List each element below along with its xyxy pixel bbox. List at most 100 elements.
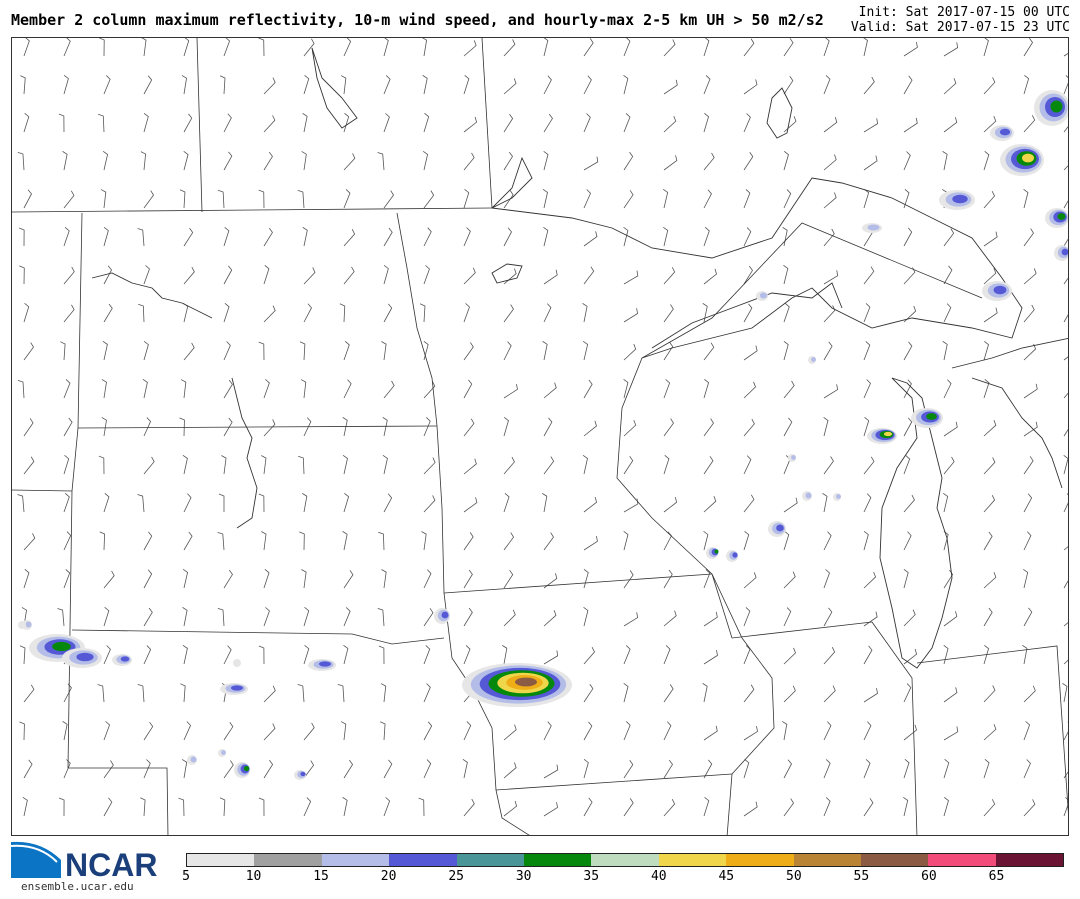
- wind-barb: [223, 303, 230, 323]
- wind-barb: [263, 379, 270, 399]
- wind-barb: [743, 303, 753, 323]
- wind-barb: [183, 303, 189, 323]
- storm-cell: [791, 455, 796, 460]
- wind-barb: [863, 266, 875, 285]
- wind-barb: [543, 456, 555, 475]
- wind-barb: [343, 341, 350, 361]
- storm-cell: [120, 656, 130, 662]
- wind-barb: [57, 608, 65, 627]
- wind-barb: [983, 531, 993, 551]
- wind-barb: [183, 150, 189, 171]
- wind-barb: [583, 231, 598, 247]
- wind-barb: [343, 379, 352, 399]
- wind-barb: [583, 568, 589, 589]
- wind-barb: [1063, 493, 1068, 513]
- storm-cell: [883, 431, 893, 437]
- wind-barb: [903, 724, 917, 741]
- wind-barb: [463, 189, 470, 209]
- wind-barb: [983, 38, 989, 57]
- wind-barb: [261, 455, 267, 475]
- wind-barb: [103, 75, 111, 95]
- wind-barb: [503, 151, 513, 171]
- wind-barb: [983, 685, 996, 703]
- wind-barb: [1022, 645, 1028, 665]
- wind-barb: [138, 303, 145, 323]
- wind-barb: [1063, 417, 1068, 437]
- wind-barb: [623, 682, 629, 703]
- wind-barb: [183, 721, 192, 741]
- colorbar-label: 45: [718, 869, 735, 884]
- wind-barb: [743, 151, 754, 171]
- storm-cell: [1050, 100, 1063, 113]
- wind-barb: [378, 645, 385, 665]
- wind-barb: [423, 227, 432, 247]
- wind-barb: [583, 646, 596, 665]
- wind-barb: [863, 417, 870, 437]
- wind-barb: [623, 308, 639, 323]
- wind-barb: [217, 532, 225, 551]
- wind-barb: [623, 612, 639, 627]
- colorbar-segment: [254, 854, 322, 866]
- wind-barb: [542, 189, 548, 209]
- wind-barb: [783, 38, 794, 57]
- wind-barb: [140, 797, 146, 817]
- wind-barb: [583, 721, 593, 741]
- wind-barb: [863, 456, 875, 475]
- wind-barb: [421, 531, 427, 551]
- wind-barb: [823, 797, 831, 817]
- wind-barb: [783, 417, 793, 437]
- wind-barb: [182, 645, 188, 665]
- wind-barb: [463, 152, 475, 171]
- wind-barb: [943, 78, 957, 95]
- wind-barb: [583, 113, 591, 133]
- colorbar-segment: [793, 854, 861, 866]
- wind-barb: [19, 721, 25, 741]
- wind-barb: [783, 76, 794, 95]
- wind-barb: [297, 684, 305, 703]
- wind-barb: [623, 721, 631, 741]
- wind-barb: [182, 607, 188, 627]
- storm-cell: [732, 552, 738, 558]
- colorbar-label: 20: [380, 869, 397, 884]
- wind-barb: [1063, 266, 1068, 285]
- colorbar-label: 60: [921, 869, 937, 884]
- wind-barb: [423, 113, 430, 133]
- wind-barb: [63, 304, 75, 323]
- wind-barb: [302, 227, 308, 247]
- wind-barb: [1023, 75, 1030, 95]
- wind-barb: [342, 531, 348, 551]
- wind-barb: [180, 683, 186, 703]
- wind-barb: [863, 531, 869, 551]
- wind-barb: [101, 417, 107, 437]
- wind-barb: [903, 759, 910, 779]
- wind-barb: [743, 79, 758, 95]
- wind-barb: [19, 265, 25, 285]
- wind-barb: [583, 266, 595, 285]
- wind-barb: [743, 345, 758, 361]
- wind-barb: [663, 115, 677, 133]
- wind-barb: [583, 75, 592, 95]
- wind-barb: [221, 455, 227, 475]
- wind-barb: [1063, 303, 1068, 323]
- wind-barb: [703, 611, 718, 627]
- wind-barb: [343, 153, 356, 171]
- wind-barb: [743, 38, 755, 57]
- wind-barb: [863, 688, 878, 703]
- wind-barb: [219, 75, 226, 95]
- wind-barb: [299, 341, 306, 361]
- wind-barb: [343, 493, 350, 513]
- colorbar-segment: [321, 854, 390, 866]
- wind-barb: [143, 190, 155, 209]
- wind-barb: [303, 722, 315, 741]
- wind-barb: [743, 494, 755, 513]
- colorbar-segment: [389, 854, 457, 866]
- wind-barb: [983, 607, 993, 627]
- wind-barb: [543, 227, 549, 247]
- wind-barb: [583, 797, 593, 817]
- wind-barb: [943, 644, 949, 665]
- wind-barb: [503, 304, 514, 323]
- wind-barb: [183, 531, 193, 551]
- wind-barb: [623, 759, 634, 779]
- wind-barb: [183, 266, 195, 285]
- wind-barb: [377, 608, 385, 627]
